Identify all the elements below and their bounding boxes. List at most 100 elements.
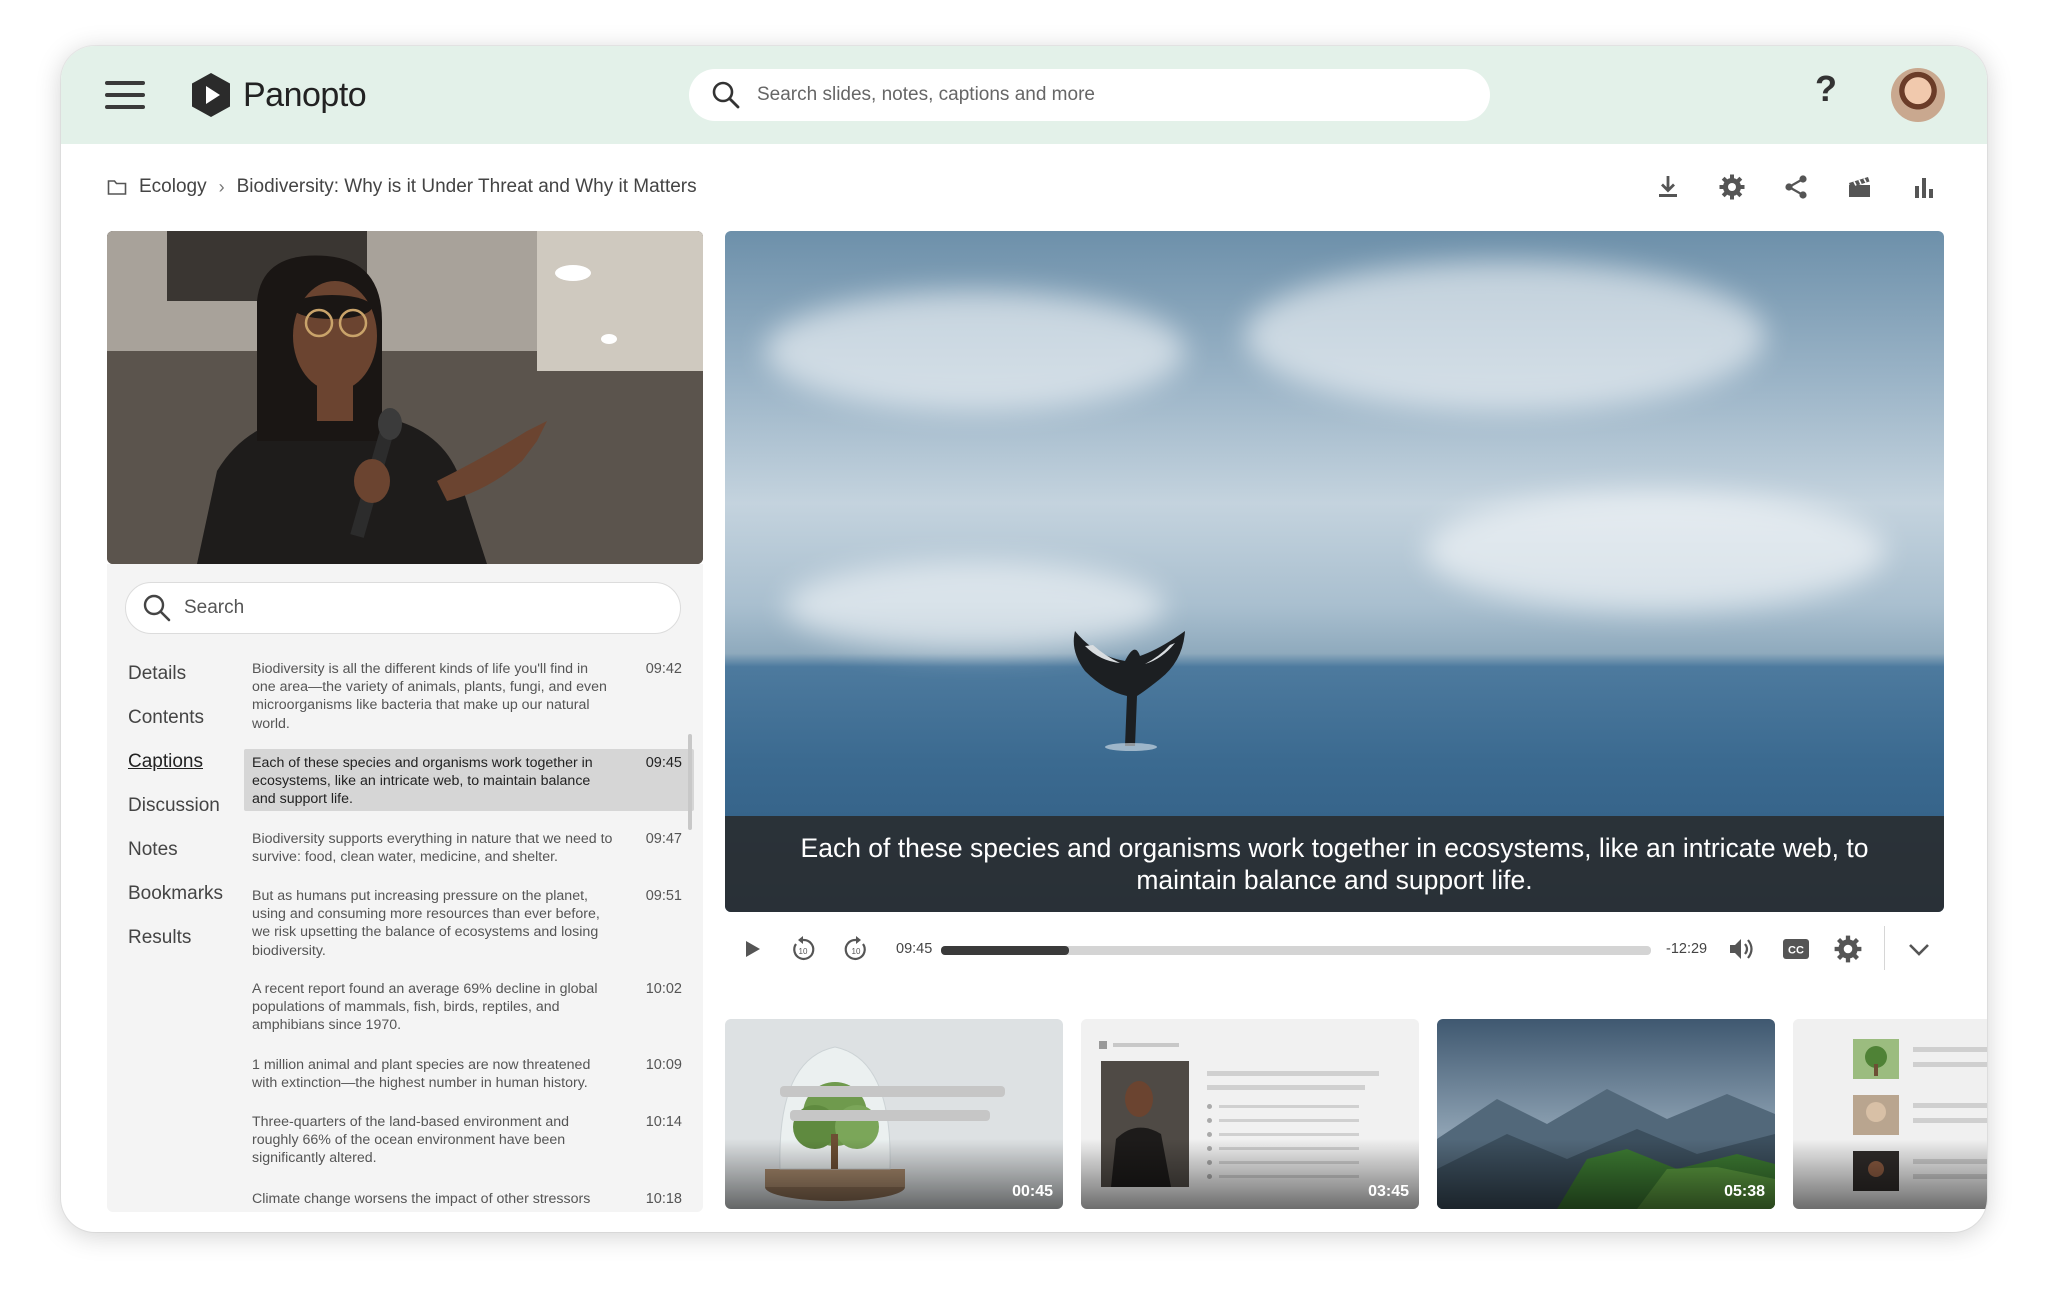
breadcrumb-folder-link[interactable]: Ecology <box>139 176 207 198</box>
play-button[interactable] <box>737 934 767 969</box>
caption-timestamp: 10:14 <box>645 1114 682 1130</box>
current-time: 09:45 <box>896 941 933 957</box>
speaker-video[interactable] <box>107 231 703 564</box>
gear-icon <box>1834 935 1862 963</box>
panel-search-input[interactable] <box>182 596 680 620</box>
session-toolbar <box>1653 172 1973 202</box>
remaining-time: -12:29 <box>1666 941 1708 957</box>
share-icon <box>1785 175 1807 199</box>
stats-button[interactable] <box>1909 172 1939 202</box>
volume-button[interactable] <box>1726 934 1756 969</box>
app-logo[interactable]: Panopto <box>189 71 367 119</box>
folder-icon <box>107 180 127 195</box>
thumbnail-strip: 00:45 03:45 05:38 <box>725 1019 1987 1212</box>
search-icon <box>143 594 171 622</box>
menu-icon[interactable] <box>105 81 145 109</box>
app-name: Panopto <box>243 75 367 114</box>
caption-timestamp: 09:47 <box>645 831 682 847</box>
fast-forward-button[interactable]: 10 <box>841 934 871 969</box>
breadcrumb: Ecology › Biodiversity: Why is it Under … <box>107 176 697 198</box>
play-icon <box>746 941 760 957</box>
chevron-down-icon <box>1909 944 1929 956</box>
thumbnail-duration: 05:38 <box>1724 1183 1765 1200</box>
rewind-icon: 10 <box>793 936 815 961</box>
caption-item[interactable]: Three-quarters of the land-based environ… <box>244 1113 694 1168</box>
caption-text: Each of these species and organisms work… <box>252 755 593 808</box>
help-button[interactable]: ? <box>1815 68 1837 110</box>
caption-text: 1 million animal and plant species are n… <box>252 1057 591 1092</box>
caption-timestamp: 10:02 <box>645 981 682 997</box>
top-bar: Panopto ? <box>61 46 1987 144</box>
svg-text:10: 10 <box>799 947 808 956</box>
panopto-logo-icon <box>192 73 230 117</box>
presenter-image <box>107 231 703 564</box>
caption-item-active[interactable]: Each of these species and organisms work… <box>244 749 694 811</box>
progress-fill <box>941 946 1069 955</box>
edit-video-button[interactable] <box>1845 172 1875 202</box>
chevron-right-icon: › <box>218 176 225 197</box>
closed-captions-button[interactable]: CC <box>1781 934 1811 969</box>
share-button[interactable] <box>1781 172 1811 202</box>
placeholder-line <box>780 1086 1005 1097</box>
thumbnail-item[interactable]: 03:45 <box>1081 1019 1419 1209</box>
rewind-button[interactable]: 10 <box>788 934 818 969</box>
main-video[interactable]: Each of these species and organisms work… <box>725 231 1944 912</box>
download-button[interactable] <box>1653 172 1683 202</box>
caption-timestamp: 09:45 <box>645 755 682 771</box>
caption-item[interactable]: But as humans put increasing pressure on… <box>244 887 694 960</box>
thumbnail-item[interactable]: 05:38 <box>1437 1019 1775 1209</box>
user-avatar[interactable] <box>1891 68 1945 122</box>
cloud-shape <box>1425 491 1885 611</box>
tab-captions[interactable]: Captions <box>128 750 223 794</box>
bullet-dot <box>1207 1132 1212 1137</box>
caption-timestamp: 10:09 <box>645 1057 682 1073</box>
placeholder-line <box>790 1110 990 1121</box>
global-search-input[interactable] <box>755 83 1490 107</box>
player-settings-button[interactable] <box>1833 934 1863 969</box>
bullet-dot <box>1207 1118 1212 1123</box>
caption-timestamp: 10:18 <box>645 1191 682 1207</box>
caption-text: Three-quarters of the land-based environ… <box>252 1114 570 1167</box>
player-controls: 10 10 09:45 -12:29 CC <box>725 926 1944 974</box>
tab-bookmarks[interactable]: Bookmarks <box>128 882 223 926</box>
cc-icon: CC <box>1783 939 1809 959</box>
caption-item[interactable]: Biodiversity supports everything in natu… <box>244 830 694 866</box>
cloud-shape <box>765 291 1185 411</box>
placeholder-line <box>1219 1133 1359 1136</box>
collapse-button[interactable] <box>1904 934 1934 969</box>
caption-item[interactable]: Climate change worsens the impact of oth… <box>244 1190 694 1208</box>
caption-list[interactable]: Biodiversity is all the different kinds … <box>244 660 694 1212</box>
volume-icon <box>1730 939 1753 959</box>
thumbnail-shade <box>1793 1139 1987 1209</box>
caption-timestamp: 09:51 <box>645 888 682 904</box>
caption-text: Biodiversity supports everything in natu… <box>252 831 613 866</box>
tab-contents[interactable]: Contents <box>128 706 223 750</box>
caption-text: A recent report found an average 69% dec… <box>252 981 598 1034</box>
caption-item[interactable]: 1 million animal and plant species are n… <box>244 1056 694 1092</box>
tab-results[interactable]: Results <box>128 926 223 970</box>
thumbnail-item[interactable] <box>1793 1019 1987 1209</box>
caption-item[interactable]: A recent report found an average 69% dec… <box>244 980 694 1035</box>
clapperboard-icon <box>1849 177 1870 197</box>
placeholder-line <box>1219 1105 1359 1108</box>
caption-text: But as humans put increasing pressure on… <box>252 888 600 959</box>
thumbnail-item[interactable]: 00:45 <box>725 1019 1063 1209</box>
panel-nav: Details Contents Captions Discussion Not… <box>128 662 223 970</box>
progress-bar[interactable] <box>941 946 1651 955</box>
svg-text:10: 10 <box>852 947 861 956</box>
placeholder-line <box>1219 1119 1359 1122</box>
panel-search[interactable] <box>125 582 681 634</box>
global-search[interactable] <box>689 69 1490 121</box>
search-icon <box>712 81 740 109</box>
tab-notes[interactable]: Notes <box>128 838 223 882</box>
breadcrumb-session-title: Biodiversity: Why is it Under Threat and… <box>236 176 697 197</box>
tab-details[interactable]: Details <box>128 662 223 706</box>
settings-button[interactable] <box>1717 172 1747 202</box>
fast-forward-icon: 10 <box>844 936 866 961</box>
caption-item[interactable]: Biodiversity is all the different kinds … <box>244 660 694 733</box>
download-icon <box>1659 176 1677 197</box>
bar-chart-icon <box>1915 178 1933 198</box>
caption-scrollbar[interactable] <box>688 734 692 830</box>
video-caption-text: Each of these species and organisms work… <box>800 833 1869 895</box>
tab-discussion[interactable]: Discussion <box>128 794 223 838</box>
